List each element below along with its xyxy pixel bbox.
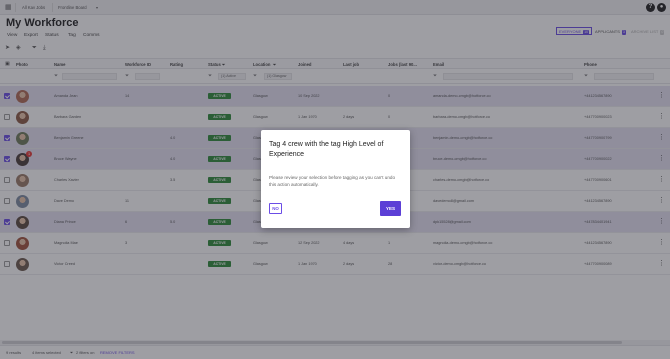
no-button[interactable]: NO: [269, 203, 282, 214]
dialog-title: Tag 4 crew with the tag High Level of Ex…: [269, 141, 384, 158]
yes-button[interactable]: YES: [380, 201, 401, 216]
dialog-message: Please review your selection before tagg…: [269, 175, 396, 187]
